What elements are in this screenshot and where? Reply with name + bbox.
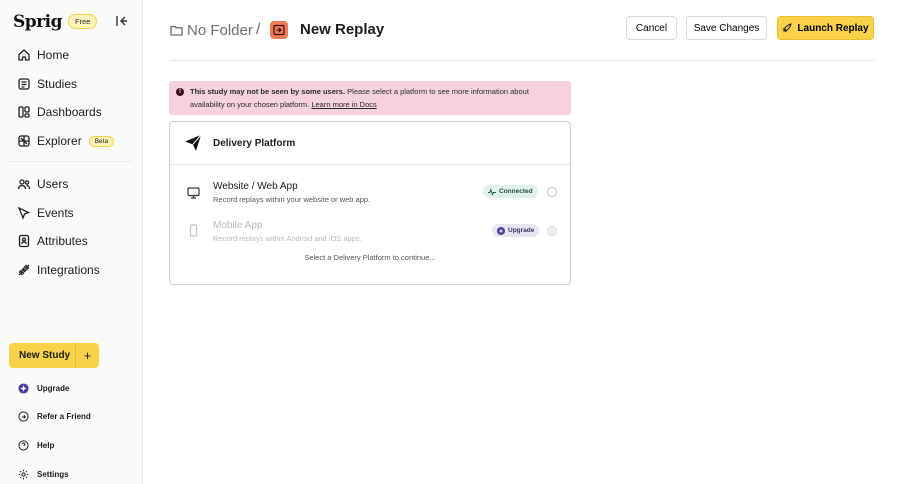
connected-badge-label: Connected xyxy=(499,188,533,195)
alert-icon: ! xyxy=(176,88,184,96)
help-icon xyxy=(18,440,29,451)
sidebar: Sprig Free Home Studies Dashboards Explo… xyxy=(0,0,143,484)
sidebar-item-label: Explorer xyxy=(37,134,82,148)
collapse-sidebar-icon[interactable] xyxy=(114,14,128,28)
delivery-platform-title: Delivery Platform xyxy=(213,138,296,149)
beta-badge: Beta xyxy=(88,135,115,147)
option-mobile-desc: Record replays within Android and iOS ap… xyxy=(213,234,362,243)
integrations-icon xyxy=(18,264,30,276)
select-platform-hint: Select a Delivery Platform to continue..… xyxy=(304,253,436,262)
launch-replay-label: Launch Replay xyxy=(797,22,869,34)
website-platform-radio[interactable] xyxy=(547,187,557,197)
footer-item-label: Upgrade xyxy=(37,384,70,393)
footer-item-label: Settings xyxy=(37,470,69,479)
rocket-icon xyxy=(783,23,793,33)
delivery-platform-header: Delivery Platform xyxy=(170,122,570,165)
sidebar-item-label: Integrations xyxy=(37,263,100,277)
folder-breadcrumb[interactable]: No Folder xyxy=(187,22,253,39)
studies-icon xyxy=(18,78,30,90)
attributes-icon xyxy=(18,234,30,248)
new-study-button[interactable]: New Study + xyxy=(9,343,99,368)
sidebar-divider xyxy=(10,161,132,162)
footer-item-label: Refer a Friend xyxy=(37,412,91,421)
replay-study-icon xyxy=(270,21,288,39)
platform-warning-alert: ! This study may not be seen by some use… xyxy=(169,81,571,115)
plan-badge: Free xyxy=(68,14,98,29)
breadcrumb-separator: / xyxy=(256,21,261,38)
plus-icon[interactable]: + xyxy=(75,343,99,368)
sidebar-item-explorer[interactable]: Explorer Beta xyxy=(17,131,115,151)
mobile-phone-icon xyxy=(189,224,198,237)
upgrade-badge[interactable]: Upgrade xyxy=(492,224,540,237)
upgrade-icon xyxy=(18,383,29,394)
launch-replay-button[interactable]: Launch Replay xyxy=(777,16,874,40)
explorer-icon xyxy=(18,135,30,147)
sidebar-footer-settings[interactable]: Settings xyxy=(18,469,69,480)
sidebar-item-studies[interactable]: Studies xyxy=(17,74,77,94)
paper-plane-icon xyxy=(185,134,202,151)
sidebar-footer-refer[interactable]: Refer a Friend xyxy=(18,411,91,422)
option-website-title[interactable]: Website / Web App xyxy=(213,181,298,192)
alert-bold-text: This study may not be seen by some users… xyxy=(190,87,346,96)
sidebar-item-events[interactable]: Events xyxy=(17,203,74,223)
users-icon xyxy=(17,179,31,190)
settings-icon xyxy=(18,469,29,480)
save-changes-button[interactable]: Save Changes xyxy=(686,16,767,40)
folder-icon xyxy=(170,25,183,36)
learn-more-docs-link[interactable]: Learn more in Docs xyxy=(311,100,376,109)
sidebar-item-dashboards[interactable]: Dashboards xyxy=(17,102,102,122)
upgrade-icon xyxy=(497,226,505,235)
sidebar-item-label: Attributes xyxy=(37,234,88,248)
sidebar-item-label: Studies xyxy=(37,77,78,91)
sidebar-item-label: Home xyxy=(37,48,70,62)
cancel-button[interactable]: Cancel xyxy=(626,16,677,40)
new-study-label: New Study xyxy=(19,350,71,361)
page-title[interactable]: New Replay xyxy=(300,21,384,38)
mobile-platform-radio xyxy=(547,226,557,236)
upgrade-badge-label: Upgrade xyxy=(508,227,535,234)
footer-item-label: Help xyxy=(37,441,55,450)
monitor-icon xyxy=(187,187,200,199)
sidebar-item-label: Users xyxy=(37,177,69,191)
header-divider xyxy=(170,60,874,61)
pulse-icon xyxy=(488,187,496,196)
sprig-logo[interactable]: Sprig xyxy=(13,12,62,32)
delivery-platform-card: Delivery Platform Website / Web App Reco… xyxy=(169,121,571,285)
home-icon xyxy=(18,49,30,61)
sidebar-item-users[interactable]: Users xyxy=(17,174,68,194)
sidebar-item-label: Dashboards xyxy=(37,105,102,119)
option-mobile-title: Mobile App xyxy=(213,220,263,231)
sidebar-item-attributes[interactable]: Attributes xyxy=(17,231,88,251)
option-website-desc: Record replays within your website or we… xyxy=(213,195,371,204)
refer-icon xyxy=(18,411,29,422)
sidebar-footer-upgrade[interactable]: Upgrade xyxy=(18,383,69,394)
sidebar-footer-help[interactable]: Help xyxy=(18,440,54,451)
events-icon xyxy=(17,206,31,220)
dashboards-icon xyxy=(18,106,30,118)
sidebar-item-integrations[interactable]: Integrations xyxy=(17,260,100,280)
sidebar-item-home[interactable]: Home xyxy=(17,45,69,65)
connected-badge: Connected xyxy=(483,185,538,198)
sidebar-item-label: Events xyxy=(37,206,74,220)
